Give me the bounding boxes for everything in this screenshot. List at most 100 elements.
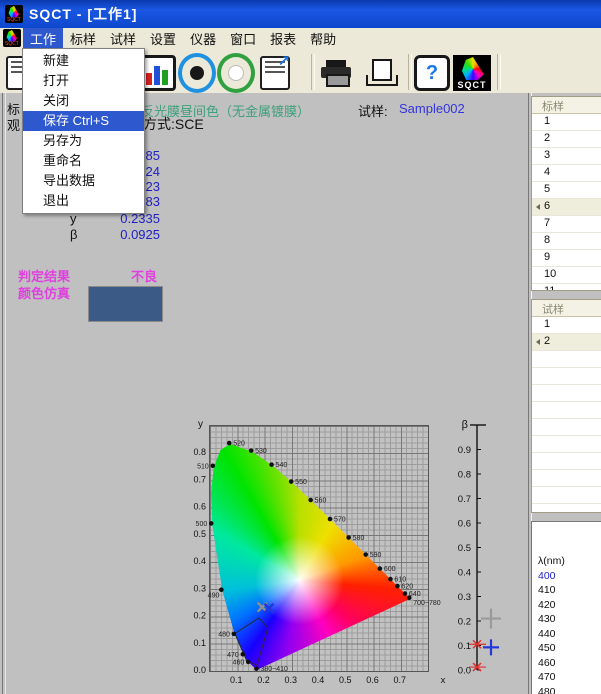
standard-row[interactable]: 3 (532, 148, 601, 165)
svg-text:0.1: 0.1 (230, 675, 243, 685)
svg-text:y: y (198, 419, 203, 430)
sqct-logo: SQCT (453, 55, 491, 91)
locus-dot (346, 535, 351, 540)
menubar-item-report[interactable]: 报表 (263, 28, 303, 48)
standard-row-selected[interactable]: 6 (532, 199, 601, 216)
menu-item-rename[interactable]: 重命名 (23, 151, 144, 171)
toolbar-separator (311, 54, 315, 90)
locus-dot (289, 479, 294, 484)
standard-row[interactable]: 1 (532, 114, 601, 131)
standard-row[interactable]: 7 (532, 216, 601, 233)
standard-row[interactable]: 8 (532, 233, 601, 250)
menu-item-close[interactable]: 关闭 (23, 91, 144, 111)
svg-text:0.5: 0.5 (193, 529, 206, 539)
locus-dot (209, 521, 214, 526)
svg-text:0.9: 0.9 (458, 445, 471, 456)
test-list-panel: 试样 1 2 (531, 299, 601, 513)
wavelength-row[interactable]: 450 (532, 642, 601, 657)
menubar-item-settings[interactable]: 设置 (143, 28, 183, 48)
locus-label: 480 (218, 631, 230, 638)
menu-item-exit[interactable]: 退出 (23, 191, 144, 211)
svg-text:0.1: 0.1 (458, 641, 471, 652)
toolbar-separator (497, 54, 501, 90)
wavelength-row[interactable]: 460 (532, 657, 601, 672)
menu-item-save-as[interactable]: 另存为 (23, 131, 144, 151)
locus-dot (227, 441, 232, 446)
standard-row[interactable]: 5 (532, 182, 601, 199)
standard-row[interactable]: 9 (532, 250, 601, 267)
menu-item-new[interactable]: 新建 (23, 51, 144, 71)
svg-text:0.2: 0.2 (458, 617, 471, 628)
menubar-item-help[interactable]: 帮助 (303, 28, 343, 48)
svg-text:0.8: 0.8 (193, 447, 206, 457)
standard-row[interactable]: 10 (532, 267, 601, 284)
locus-label: 570 (334, 516, 346, 523)
wavelength-row[interactable]: 480 (532, 686, 601, 694)
color-simulation-swatch (88, 286, 163, 322)
print-button[interactable] (317, 55, 355, 91)
test-row-selected[interactable]: 2 (532, 334, 601, 351)
svg-text:0.4: 0.4 (193, 556, 206, 566)
menubar-item-work[interactable]: 工作 (23, 28, 63, 48)
locus-dot (210, 463, 215, 468)
judgment-result: 不良 (131, 266, 157, 285)
locus-label: 500 (196, 521, 208, 528)
test-row-empty (532, 368, 601, 385)
standard-row[interactable]: 2 (532, 131, 601, 148)
test-row-empty (532, 402, 601, 419)
standard-row[interactable]: 4 (532, 165, 601, 182)
locus-label: 550 (295, 479, 307, 486)
standard-row[interactable]: 11 (532, 284, 601, 291)
locus-label: 590 (370, 552, 382, 559)
svg-text:0.4: 0.4 (312, 675, 325, 685)
svg-text:0.0: 0.0 (193, 665, 206, 675)
measure-sample-button[interactable] (217, 55, 255, 91)
standard-target-icon (178, 53, 216, 93)
locus-label: 560 (315, 497, 327, 504)
menubar-item-sample[interactable]: 试样 (103, 28, 143, 48)
menubar-item-window[interactable]: 窗口 (223, 28, 263, 48)
printer-icon (321, 60, 351, 86)
about-sqct-button[interactable]: SQCT (453, 55, 491, 91)
locus-label: 380~410 (260, 666, 288, 673)
svg-text:0.3: 0.3 (284, 675, 297, 685)
wavelength-row[interactable]: 410 (532, 584, 601, 599)
window-title: SQCT - [工作1] (29, 4, 137, 24)
wavelength-row-selected[interactable]: 400 (532, 570, 601, 585)
wavelength-row[interactable]: 470 (532, 671, 601, 686)
locus-dot (246, 660, 251, 665)
app-logo-icon: SQCT (5, 5, 23, 23)
svg-text:0.8: 0.8 (458, 470, 471, 481)
locus-label: 580 (353, 535, 365, 542)
test-row[interactable]: 1 (532, 317, 601, 334)
menubar-item-instrument[interactable]: 仪器 (183, 28, 223, 48)
print-preview-button[interactable] (362, 55, 400, 91)
measure-standard-button[interactable] (178, 55, 216, 91)
tolerance-polygon (235, 618, 268, 665)
help-button[interactable]: ? (413, 55, 451, 91)
svg-text:0.5: 0.5 (458, 543, 471, 554)
locus-label: 490 (208, 593, 220, 600)
chart-overlay: 4604704804905005105205305405505605705805… (180, 414, 510, 694)
wavelength-row[interactable]: 440 (532, 628, 601, 643)
test-row-empty (532, 470, 601, 487)
menu-item-save[interactable]: 保存 Ctrl+S (23, 111, 144, 131)
locus-dot (232, 632, 237, 637)
menu-item-export-data[interactable]: 导出数据 (23, 171, 144, 191)
svg-text:0.7: 0.7 (393, 675, 406, 685)
svg-text:0.4: 0.4 (458, 568, 471, 579)
export-report-button[interactable]: ↗ (256, 55, 294, 91)
selected-row-marker (536, 339, 540, 345)
locus-label: 470 (227, 652, 239, 659)
test-row-empty (532, 453, 601, 470)
test-panel-header: 试样 (532, 300, 601, 317)
sample-target-icon (217, 53, 255, 93)
wavelength-row[interactable]: 420 (532, 599, 601, 614)
menu-item-open[interactable]: 打开 (23, 71, 144, 91)
wavelength-row[interactable]: 430 (532, 613, 601, 628)
export-icon: ↗ (260, 56, 290, 90)
menubar-item-standard[interactable]: 标样 (63, 28, 103, 48)
locus-label: 460 (233, 659, 245, 666)
title-bar: SQCT SQCT - [工作1] (0, 0, 601, 28)
mdi-child-icon[interactable]: SQCT (3, 29, 21, 47)
